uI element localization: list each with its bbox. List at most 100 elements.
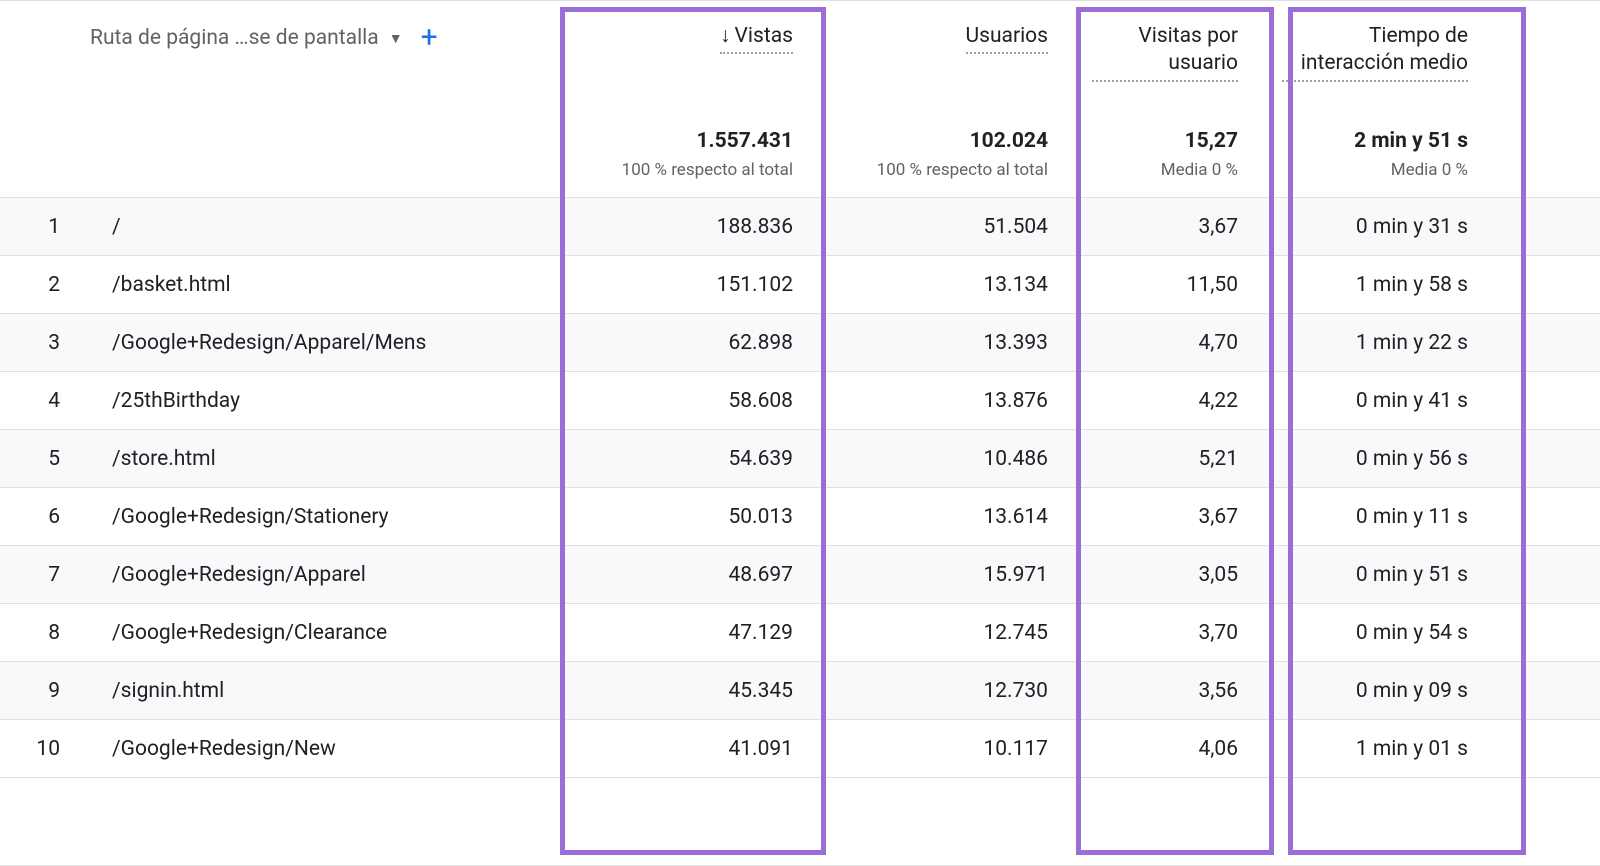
dimension-label: Ruta de página …se de pantalla bbox=[90, 26, 379, 50]
row-tiempo: 0 min y 09 s bbox=[1260, 662, 1490, 720]
header-dimension: Ruta de página …se de pantalla ▼ + bbox=[90, 1, 560, 121]
table-row[interactable]: 9/signin.html 45.34512.7303,560 min y 09 … bbox=[0, 662, 1600, 720]
table-row[interactable]: 2/basket.html 151.10213.13411,501 min y 5… bbox=[0, 256, 1600, 314]
row-vistas: 188.836 bbox=[560, 198, 815, 256]
row-path[interactable]: / bbox=[112, 215, 121, 239]
row-vistas: 62.898 bbox=[560, 314, 815, 372]
add-dimension-button[interactable]: + bbox=[421, 23, 438, 53]
row-index: 4 bbox=[0, 372, 90, 430]
row-path[interactable]: /basket.html bbox=[112, 273, 231, 297]
row-tail bbox=[1490, 430, 1600, 488]
total-vistas-value: 1.557.431 bbox=[582, 129, 793, 153]
row-vpu: 11,50 bbox=[1070, 256, 1260, 314]
row-index: 8 bbox=[0, 604, 90, 662]
table-row[interactable]: 8/Google+Redesign/Clearance47.12912.7453… bbox=[0, 604, 1600, 662]
total-users-sub: 100 % respecto al total bbox=[877, 160, 1048, 180]
row-tail bbox=[1490, 662, 1600, 720]
row-users: 15.971 bbox=[815, 546, 1070, 604]
row-path-cell: /Google+Redesign/Clearance bbox=[90, 604, 560, 662]
row-index: 7 bbox=[0, 546, 90, 604]
total-vpu-sub: Media 0 % bbox=[1161, 160, 1238, 180]
header-tiempo[interactable]: Tiempo de interacción medio bbox=[1260, 1, 1490, 121]
row-path-cell: /Google+Redesign/Apparel/Mens bbox=[90, 314, 560, 372]
row-tail bbox=[1490, 604, 1600, 662]
row-vpu: 3,67 bbox=[1070, 198, 1260, 256]
row-tiempo: 1 min y 22 s bbox=[1260, 314, 1490, 372]
row-vistas: 48.697 bbox=[560, 546, 815, 604]
row-path[interactable]: /signin.html bbox=[112, 679, 224, 703]
table-row[interactable]: 7/Google+Redesign/Apparel 48.69715.9713,0… bbox=[0, 546, 1600, 604]
row-tiempo: 0 min y 11 s bbox=[1260, 488, 1490, 546]
row-vpu: 3,56 bbox=[1070, 662, 1260, 720]
row-index: 5 bbox=[0, 430, 90, 488]
header-index bbox=[0, 1, 90, 121]
row-tail bbox=[1490, 546, 1600, 604]
row-users: 13.614 bbox=[815, 488, 1070, 546]
header-tail bbox=[1490, 1, 1600, 121]
row-vpu: 4,06 bbox=[1070, 720, 1260, 778]
row-users: 12.730 bbox=[815, 662, 1070, 720]
row-path-cell: / bbox=[90, 198, 560, 256]
row-path[interactable]: /Google+Redesign/Apparel bbox=[112, 563, 366, 587]
row-tiempo: 1 min y 01 s bbox=[1260, 720, 1490, 778]
row-index: 1 bbox=[0, 198, 90, 256]
row-path[interactable]: /Google+Redesign/New bbox=[112, 737, 336, 761]
row-path-cell: /Google+Redesign/New bbox=[90, 720, 560, 778]
header-vistas[interactable]: ↓Vistas bbox=[560, 1, 815, 121]
row-vistas: 50.013 bbox=[560, 488, 815, 546]
row-index: 2 bbox=[0, 256, 90, 314]
row-vpu: 4,70 bbox=[1070, 314, 1260, 372]
total-vistas: 1.557.431 100 % respecto al total bbox=[560, 121, 815, 198]
row-path[interactable]: /Google+Redesign/Stationery bbox=[112, 505, 389, 529]
header-users[interactable]: Usuarios bbox=[815, 1, 1070, 121]
row-tail bbox=[1490, 198, 1600, 256]
row-index: 6 bbox=[0, 488, 90, 546]
table-row[interactable]: 5/store.html54.63910.4865,210 min y 56 s bbox=[0, 430, 1600, 488]
row-tiempo: 0 min y 41 s bbox=[1260, 372, 1490, 430]
chevron-down-icon: ▼ bbox=[389, 30, 403, 47]
header-vpu[interactable]: Visitas por usuario bbox=[1070, 1, 1260, 121]
table-row[interactable]: 10/Google+Redesign/New41.09110.1174,061 … bbox=[0, 720, 1600, 778]
totals-row: 1.557.431 100 % respecto al total 102.02… bbox=[0, 121, 1600, 198]
row-path[interactable]: /25thBirthday bbox=[112, 389, 240, 413]
table-row[interactable]: 6/Google+Redesign/Stationery 50.01313.614… bbox=[0, 488, 1600, 546]
report-table: Ruta de página …se de pantalla ▼ + ↓Vist… bbox=[0, 1, 1600, 778]
total-vpu-value: 15,27 bbox=[1092, 129, 1238, 153]
row-path[interactable]: /Google+Redesign/Clearance bbox=[112, 621, 387, 645]
row-tail bbox=[1490, 372, 1600, 430]
row-path-cell: /Google+Redesign/Apparel bbox=[90, 546, 560, 604]
total-users-value: 102.024 bbox=[837, 129, 1048, 153]
header-row: Ruta de página …se de pantalla ▼ + ↓Vist… bbox=[0, 1, 1600, 121]
row-users: 12.745 bbox=[815, 604, 1070, 662]
row-tiempo: 0 min y 54 s bbox=[1260, 604, 1490, 662]
header-vistas-label: Vistas bbox=[735, 24, 793, 48]
row-index: 9 bbox=[0, 662, 90, 720]
row-users: 13.134 bbox=[815, 256, 1070, 314]
row-tail bbox=[1490, 720, 1600, 778]
row-tiempo: 0 min y 31 s bbox=[1260, 198, 1490, 256]
row-path[interactable]: /Google+Redesign/Apparel/Mens bbox=[112, 331, 426, 355]
total-vpu: 15,27 Media 0 % bbox=[1070, 121, 1260, 198]
table-row[interactable]: 3/Google+Redesign/Apparel/Mens 62.89813.3… bbox=[0, 314, 1600, 372]
total-users: 102.024 100 % respecto al total bbox=[815, 121, 1070, 198]
total-vistas-sub: 100 % respecto al total bbox=[622, 160, 793, 180]
row-tail bbox=[1490, 314, 1600, 372]
row-path-cell: /Google+Redesign/Stationery bbox=[90, 488, 560, 546]
row-tiempo: 1 min y 58 s bbox=[1260, 256, 1490, 314]
dimension-picker[interactable]: Ruta de página …se de pantalla ▼ bbox=[90, 26, 403, 50]
row-vistas: 45.345 bbox=[560, 662, 815, 720]
table-row[interactable]: 1/188.83651.5043,670 min y 31 s bbox=[0, 198, 1600, 256]
table-row[interactable]: 4/25thBirthday58.60813.8764,220 min y 41… bbox=[0, 372, 1600, 430]
row-vpu: 3,70 bbox=[1070, 604, 1260, 662]
row-vistas: 54.639 bbox=[560, 430, 815, 488]
row-index: 10 bbox=[0, 720, 90, 778]
row-users: 10.486 bbox=[815, 430, 1070, 488]
row-vistas: 58.608 bbox=[560, 372, 815, 430]
row-tiempo: 0 min y 51 s bbox=[1260, 546, 1490, 604]
row-index: 3 bbox=[0, 314, 90, 372]
row-vistas: 151.102 bbox=[560, 256, 815, 314]
row-vpu: 3,05 bbox=[1070, 546, 1260, 604]
row-users: 13.393 bbox=[815, 314, 1070, 372]
row-path[interactable]: /store.html bbox=[112, 447, 216, 471]
row-path-cell: /basket.html bbox=[90, 256, 560, 314]
